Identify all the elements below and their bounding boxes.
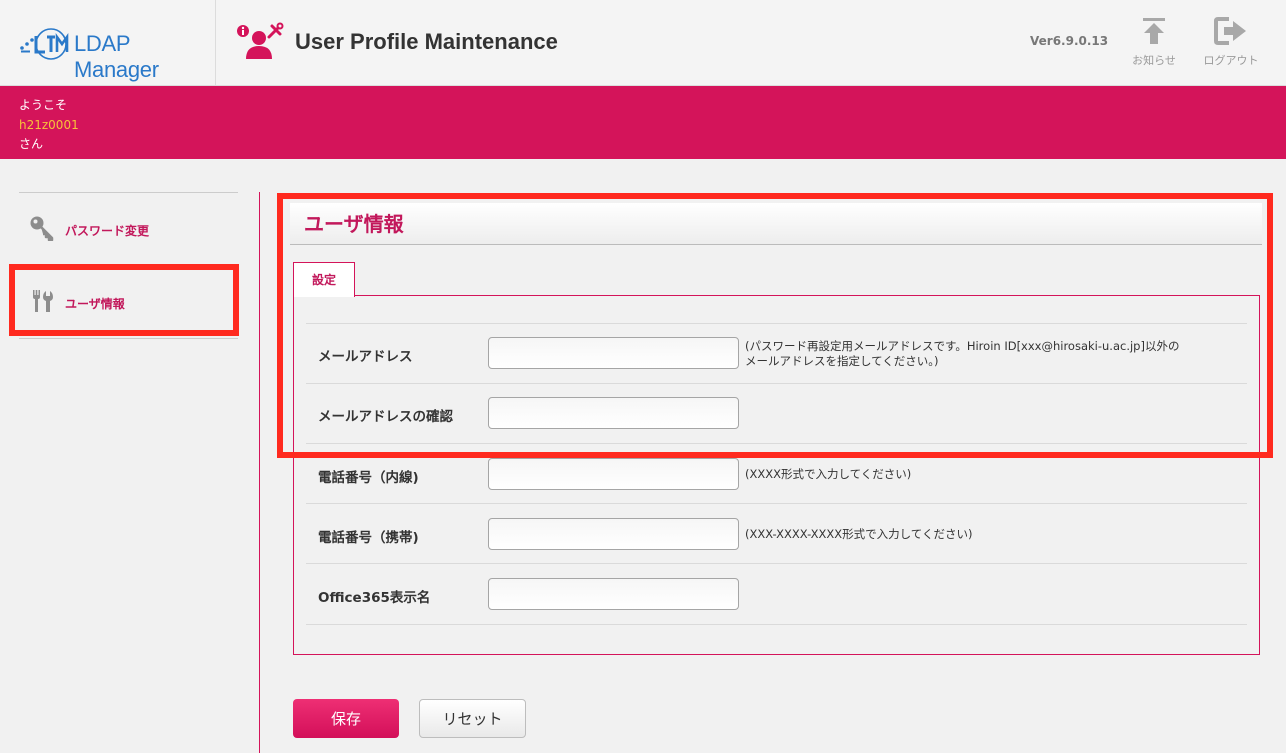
- ldap-logo-icon: [18, 27, 70, 65]
- sidebar-item-user-info[interactable]: ユーザ情報: [19, 281, 238, 325]
- page-title: ユーザ情報: [304, 212, 404, 236]
- email-field[interactable]: [488, 337, 739, 369]
- sidebar-item-password-change[interactable]: パスワード変更: [19, 208, 238, 252]
- sidebar-item-label: ユーザ情報: [65, 296, 125, 311]
- row-divider: [306, 624, 1247, 625]
- notice-button[interactable]: お知らせ: [1124, 16, 1184, 68]
- logout-button[interactable]: ログアウト: [1201, 16, 1261, 68]
- phone-extension-field[interactable]: [488, 458, 739, 490]
- email-confirm-label: メールアドレスの確認: [318, 409, 453, 425]
- version-label: Ver6.9.0.13: [1030, 34, 1109, 48]
- row-divider: [306, 503, 1247, 504]
- key-icon: [29, 215, 55, 245]
- phone-mobile-label: 電話番号（携帯): [318, 530, 419, 546]
- notice-label: お知らせ: [1132, 54, 1176, 67]
- phone-mobile-note: (XXX-XXXX-XXXX形式で入力してください): [745, 527, 973, 541]
- logout-label: ログアウト: [1203, 54, 1259, 67]
- office365-name-field[interactable]: [488, 578, 739, 610]
- user-tools-icon: [236, 22, 284, 64]
- office365-name-label: Office365表示名: [318, 590, 431, 606]
- row-divider: [306, 383, 1247, 384]
- phone-extension-label: 電話番号（内線): [318, 470, 419, 486]
- welcome-greeting: ようこそ: [19, 98, 68, 112]
- save-button[interactable]: 保存: [293, 699, 399, 738]
- welcome-user-id: h21z0001: [19, 117, 79, 132]
- content-divider: [259, 192, 260, 753]
- logo-text: LDAP Manager: [74, 31, 159, 82]
- welcome-bar: ようこそ h21z0001 さん: [0, 86, 1286, 159]
- phone-extension-note: (XXXX形式で入力してください): [745, 467, 912, 481]
- app-header: LDAP Manager User Profile Maintenance Ve…: [0, 0, 1286, 86]
- app-title: User Profile Maintenance: [295, 29, 558, 54]
- phone-mobile-field[interactable]: [488, 518, 739, 550]
- tab-settings[interactable]: 設定: [293, 262, 355, 297]
- sidebar-divider: [19, 338, 238, 339]
- email-label: メールアドレス: [318, 349, 413, 365]
- upload-icon: [1124, 16, 1184, 46]
- reset-button[interactable]: リセット: [419, 699, 526, 738]
- logo-area: LDAP Manager: [0, 0, 216, 86]
- row-divider: [306, 563, 1247, 564]
- tools-icon: [29, 288, 55, 318]
- logout-icon: [1201, 16, 1261, 46]
- row-divider: [306, 443, 1247, 444]
- sidebar-divider: [19, 192, 238, 193]
- sidebar-item-label: パスワード変更: [65, 223, 150, 238]
- email-confirm-field[interactable]: [488, 397, 739, 429]
- section-header: ユーザ情報: [290, 203, 1262, 245]
- welcome-suffix: さん: [19, 137, 44, 151]
- email-note: (パスワード再設定用メールアドレスです。Hiroin ID[xxx@hirosa…: [745, 339, 1180, 368]
- row-divider: [306, 323, 1247, 324]
